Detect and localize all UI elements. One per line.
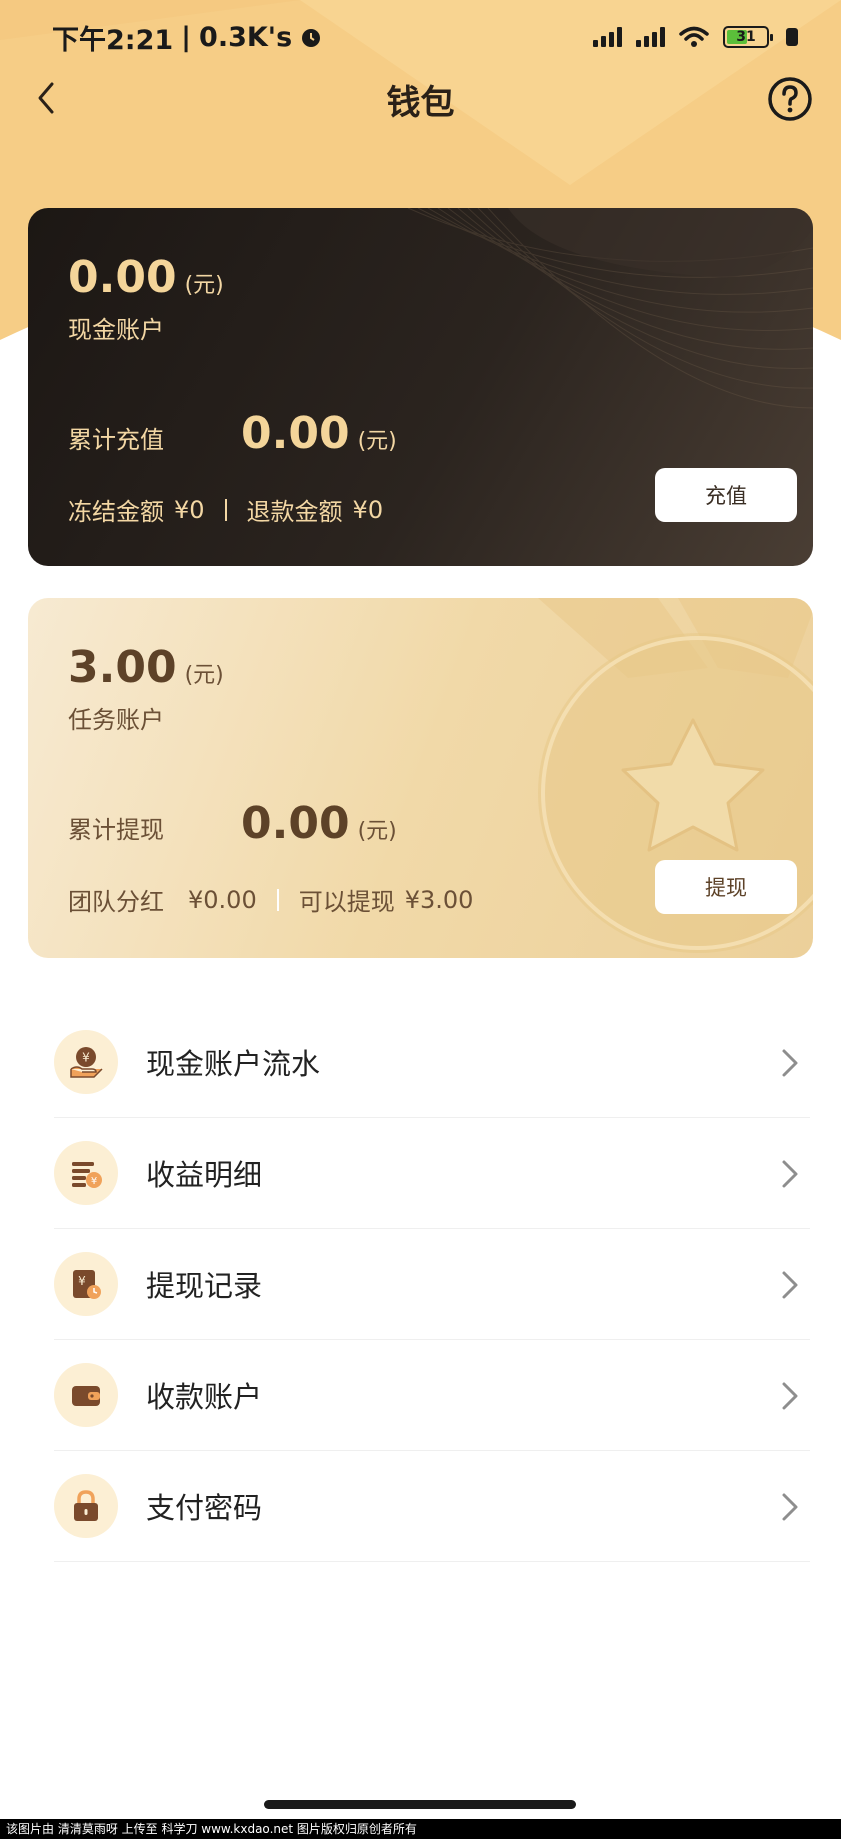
cash-balance: 0.00 [68, 252, 177, 303]
nav-bar: 钱包 [0, 68, 841, 130]
menu-icon-wrap: ¥ [54, 1252, 118, 1316]
task-account-label: 任务账户 [68, 706, 164, 734]
chevron-right-icon [782, 1049, 798, 1077]
cell-signal-2-icon [636, 27, 665, 47]
lock-icon [74, 1490, 98, 1521]
menu-item-label: 收益明细 [146, 1158, 263, 1192]
recharge-button[interactable]: 充值 [655, 468, 797, 522]
total-withdraw-unit: (元) [357, 819, 397, 844]
info-divider [224, 498, 227, 521]
cash-account-card: 0.00 (元) 现金账户 累计充值 0.00 (元) 冻结金额 ¥0 退款金额… [28, 208, 813, 566]
chevron-right-icon [782, 1271, 798, 1299]
total-recharge-label: 累计充值 [68, 426, 164, 454]
total-withdraw-value: 0.00 [241, 798, 350, 849]
menu-item-label: 支付密码 [146, 1491, 263, 1525]
wallet-icon [72, 1386, 100, 1406]
frozen-amount-label: 冻结金额 [68, 498, 164, 526]
menu-icon-wrap [54, 1474, 118, 1538]
status-bar: 下午2:21 | 0.3K's 31 [0, 0, 841, 74]
withdraw-record-icon: ¥ [73, 1270, 101, 1299]
battery-level: 31 [736, 29, 756, 45]
chevron-right-icon [782, 1382, 798, 1410]
refund-amount-value: ¥0 [352, 495, 384, 524]
status-time: 下午2:21 [52, 24, 174, 56]
watermark-footer: 该图片由 清清莫雨呀 上传至 科学刀 www.kxdao.net 图片版权归原创… [0, 1819, 841, 1839]
chevron-right-icon [782, 1160, 798, 1188]
battery-icon: 31 [723, 26, 773, 48]
menu-item-label: 收款账户 [146, 1380, 263, 1414]
team-dividend-value: ¥0.00 [188, 885, 257, 914]
menu-item-income-detail[interactable]: ¥ 收益明细 [54, 1118, 810, 1229]
frozen-amount-value: ¥0 [174, 495, 205, 524]
info-divider [276, 888, 279, 911]
svg-text:¥: ¥ [78, 1274, 86, 1288]
page-title: 钱包 [386, 82, 455, 123]
network-speed: 0.3K's [199, 21, 293, 53]
total-recharge-unit: (元) [357, 429, 397, 454]
back-button[interactable] [28, 78, 68, 118]
task-balance-unit: (元) [184, 663, 224, 688]
svg-text:¥: ¥ [91, 1176, 97, 1187]
home-indicator[interactable] [264, 1800, 576, 1809]
cell-signal-icon [593, 27, 622, 47]
refund-amount-label: 退款金额 [246, 498, 343, 526]
menu-icon-wrap: ¥ [54, 1030, 118, 1094]
menu-icon-wrap [54, 1363, 118, 1427]
status-divider: | [181, 21, 192, 53]
wallet-menu: ¥ 现金账户流水 ¥ 收益明细 ¥ 提现记录 收款账户 支付密码 [54, 1007, 810, 1562]
withdrawable-value: ¥3.00 [404, 885, 474, 914]
task-account-card: 3.00 (元) 任务账户 累计提现 0.00 (元) 团队分红 ¥0.00 可… [28, 598, 813, 958]
task-balance: 3.00 [68, 642, 177, 693]
menu-item-label: 提现记录 [146, 1269, 263, 1303]
withdrawable-label: 可以提现 [298, 888, 395, 916]
menu-item-cash-flow[interactable]: ¥ 现金账户流水 [54, 1007, 810, 1118]
menu-item-label: 现金账户流水 [146, 1047, 321, 1081]
hand-yuan-icon: ¥ [70, 1047, 103, 1078]
svg-text:¥: ¥ [82, 1051, 90, 1065]
menu-item-withdraw-record[interactable]: ¥ 提现记录 [54, 1229, 810, 1340]
total-recharge-value: 0.00 [241, 408, 350, 459]
wifi-icon [679, 26, 709, 47]
help-button[interactable] [767, 76, 813, 122]
cash-balance-unit: (元) [184, 273, 224, 298]
total-withdraw-label: 累计提现 [68, 816, 164, 844]
chevron-right-icon [782, 1493, 798, 1521]
charging-icon [786, 28, 798, 46]
cash-account-label: 现金账户 [68, 316, 164, 344]
income-list-icon: ¥ [72, 1162, 102, 1188]
alarm-clock-icon [302, 29, 321, 47]
menu-item-payment-password[interactable]: 支付密码 [54, 1451, 810, 1562]
menu-icon-wrap: ¥ [54, 1141, 118, 1205]
menu-item-payee-account[interactable]: 收款账户 [54, 1340, 810, 1451]
withdraw-button[interactable]: 提现 [655, 860, 797, 914]
team-dividend-label: 团队分红 [68, 888, 164, 916]
